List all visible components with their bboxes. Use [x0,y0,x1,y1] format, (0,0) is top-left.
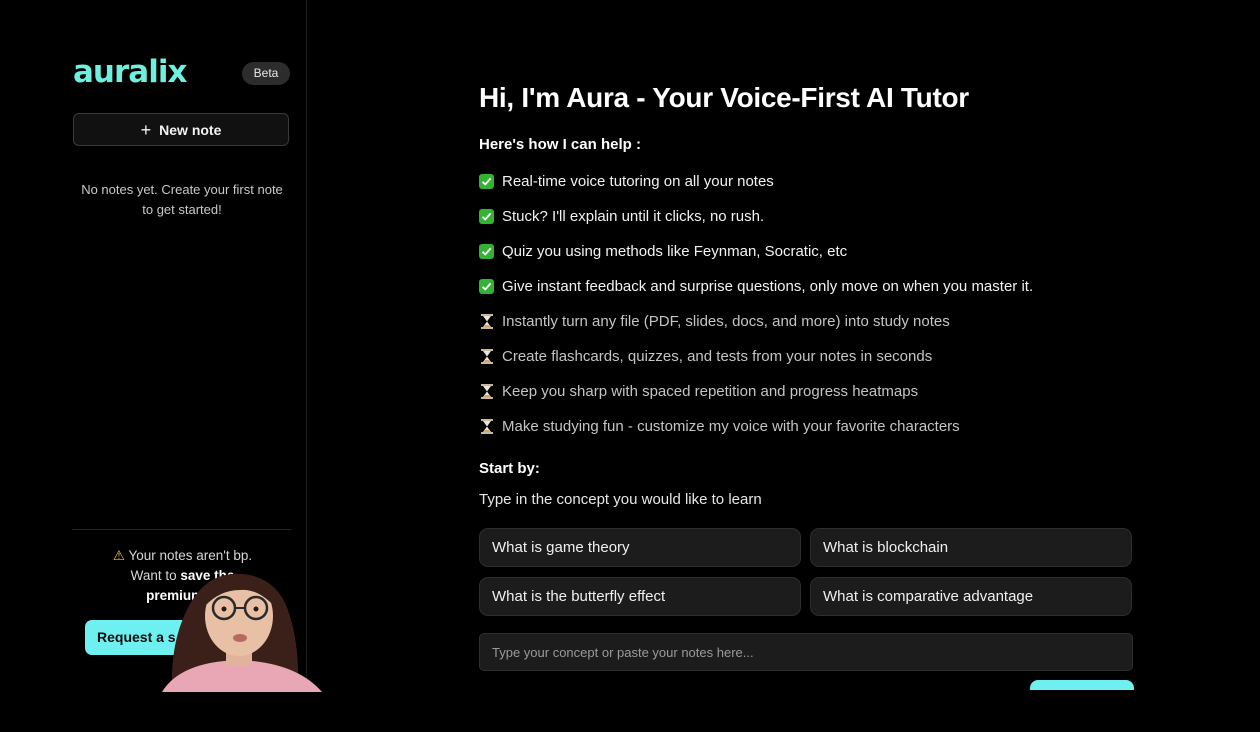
feature-item: Quiz you using methods like Feynman, Soc… [479,234,1033,269]
suggestion-chip-butterfly-effect[interactable]: What is the butterfly effect [479,577,801,616]
new-note-button[interactable]: + New note [73,113,289,146]
auralix-logo[interactable]: auralix [73,54,187,90]
feature-list: Real-time voice tutoring on all your not… [479,164,1033,444]
feature-text: Stuck? I'll explain until it clicks, no … [502,208,765,225]
suggestion-chip-blockchain[interactable]: What is blockchain [810,528,1132,567]
feature-text: Give instant feedback and surprise quest… [502,278,1034,295]
presenter-webcam-overlay [150,544,326,692]
sidebar-divider [72,529,291,530]
feature-item: Create flashcards, quizzes, and tests fr… [479,339,1033,374]
feature-item: Stuck? I'll explain until it clicks, no … [479,199,1033,234]
suggestion-chip-game-theory[interactable]: What is game theory [479,528,801,567]
feature-text: Instantly turn any file (PDF, slides, do… [502,313,950,330]
feature-text: Keep you sharp with spaced repetition an… [502,383,919,400]
check-icon [479,244,494,259]
hourglass-icon [479,384,494,400]
start-subtitle: Type in the concept you would like to le… [479,491,762,508]
feature-item: Instantly turn any file (PDF, slides, do… [479,304,1033,339]
feature-item: Keep you sharp with spaced repetition an… [479,374,1033,409]
warning-icon: ⚠ [112,548,125,563]
beta-badge: Beta [242,62,290,85]
feature-text: Quiz you using methods like Feynman, Soc… [502,243,848,260]
suggestion-chip-comparative-advantage[interactable]: What is comparative advantage [810,577,1132,616]
feature-item: Real-time voice tutoring on all your not… [479,164,1033,199]
hourglass-icon [479,419,494,435]
help-heading: Here's how I can help : [479,136,641,153]
check-icon [479,174,494,189]
hourglass-icon [479,349,494,365]
feature-text: Make studying fun - customize my voice w… [502,418,960,435]
feature-text: Real-time voice tutoring on all your not… [502,173,774,190]
submit-button[interactable] [1030,680,1134,690]
empty-notes-message: No notes yet. Create your first note to … [81,182,283,217]
check-icon [479,279,494,294]
concept-input[interactable] [479,633,1133,671]
feature-text: Create flashcards, quizzes, and tests fr… [502,348,933,365]
new-note-label: New note [159,121,222,138]
check-icon [479,209,494,224]
start-heading: Start by: [479,460,540,477]
feature-item: Give instant feedback and surprise quest… [479,269,1033,304]
hourglass-icon [479,314,494,330]
feature-item: Make studying fun - customize my voice w… [479,409,1033,444]
page-title: Hi, I'm Aura - Your Voice-First AI Tutor [479,82,969,113]
plus-icon: + [140,119,152,140]
